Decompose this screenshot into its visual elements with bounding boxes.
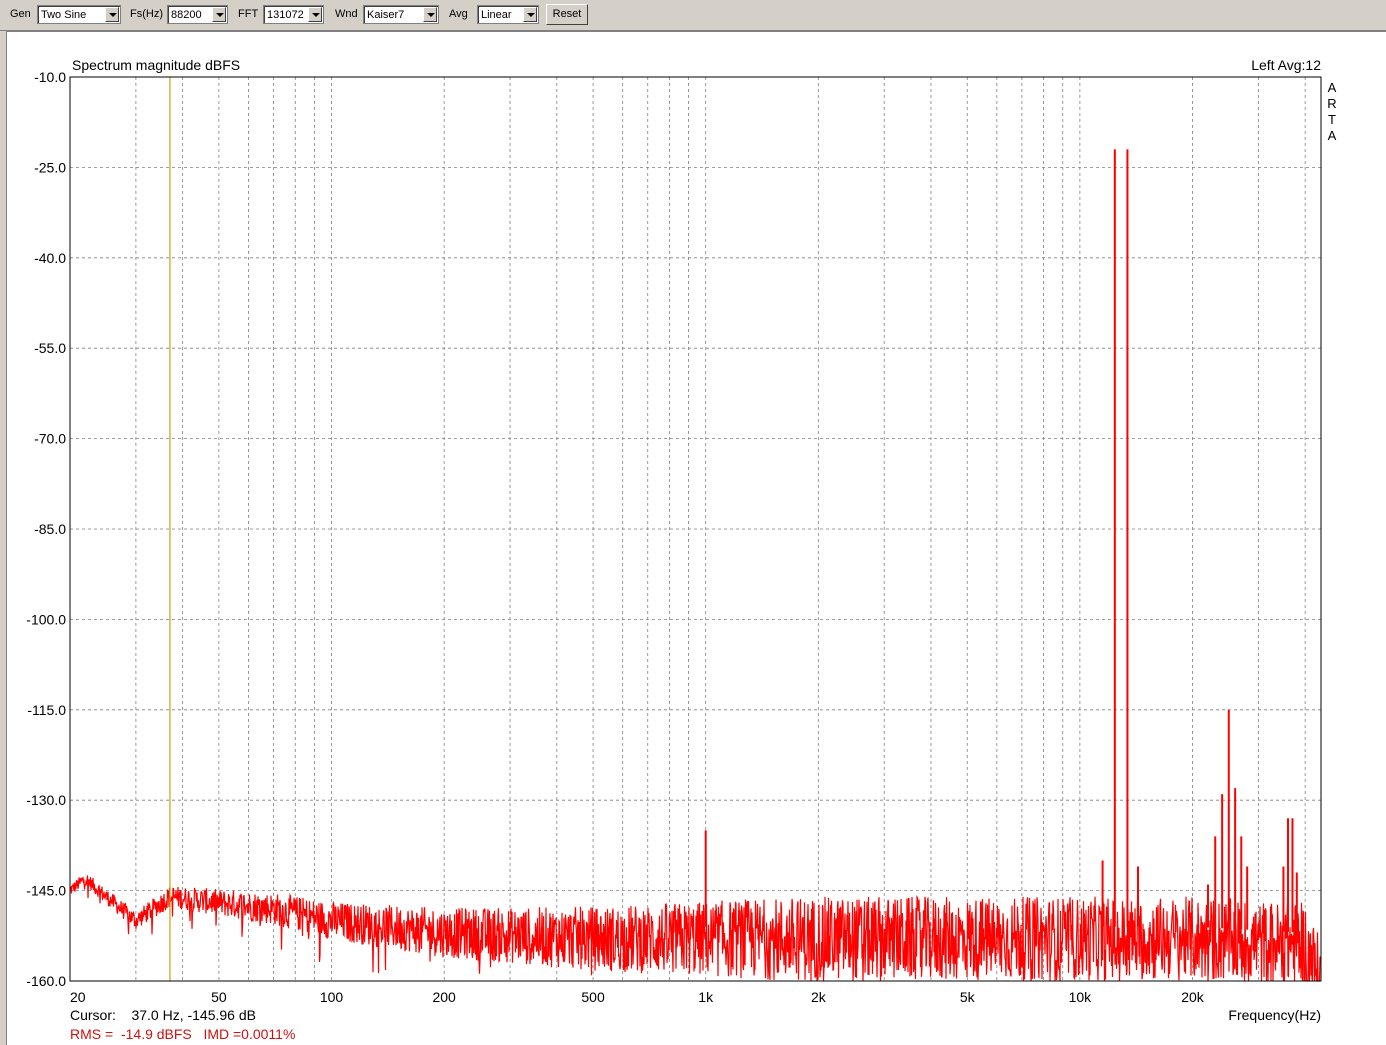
y-tick-label: -145.0 xyxy=(26,883,66,899)
x-tick-label: 500 xyxy=(581,989,605,1005)
chevron-down-icon[interactable] xyxy=(308,7,322,22)
rms-imd-readout: RMS = -14.9 dBFS IMD =0.0011% xyxy=(70,1026,295,1042)
gen-label: Gen xyxy=(10,8,31,20)
chevron-down-icon[interactable] xyxy=(212,7,226,22)
window-select[interactable]: Kaiser7 xyxy=(363,5,439,24)
reset-button[interactable]: Reset xyxy=(546,4,588,25)
x-tick-label: 5k xyxy=(960,989,976,1005)
y-tick-label: -10.0 xyxy=(34,69,66,85)
plot-area[interactable]: -10.0 -25.0 -40.0 -55.0 -70.0 -85.0 -100.0 -115… xyxy=(6,31,1386,1045)
fs-label: Fs(Hz) xyxy=(130,8,163,20)
avg-label: Avg xyxy=(449,8,468,20)
y-tick-label: -130.0 xyxy=(26,792,66,808)
wnd-label: Wnd xyxy=(335,8,358,20)
chevron-down-icon[interactable] xyxy=(105,7,119,22)
y-tick-label: -25.0 xyxy=(34,159,66,175)
x-tick-label: 20 xyxy=(70,989,86,1005)
x-tick-label: 200 xyxy=(432,989,456,1005)
toolbar: Gen Two Sine Fs(Hz) 88200 FFT 131072 Wnd… xyxy=(0,0,1386,31)
sample-rate-value: 88200 xyxy=(171,9,202,21)
y-tick-label: -85.0 xyxy=(34,521,66,537)
fft-size-select[interactable]: 131072 xyxy=(263,5,324,24)
y-tick-label: -115.0 xyxy=(27,702,66,718)
x-tick-label: 1k xyxy=(698,989,714,1005)
y-tick-label: -160.0 xyxy=(26,973,66,989)
averaging-select[interactable]: Linear xyxy=(477,5,539,24)
x-axis-label: Frequency(Hz) xyxy=(1228,1007,1321,1023)
watermark-letter: R xyxy=(1327,96,1336,111)
sample-rate-select[interactable]: 88200 xyxy=(167,5,228,24)
y-tick-label: -70.0 xyxy=(34,431,66,447)
chevron-down-icon[interactable] xyxy=(523,7,537,22)
x-tick-label: 50 xyxy=(211,989,227,1005)
fft-label: FFT xyxy=(238,8,259,20)
channel-info: Left Avg:12 xyxy=(1251,57,1321,73)
x-tick-label: 2k xyxy=(811,989,827,1005)
y-tick-label: -100.0 xyxy=(26,611,66,627)
watermark-letter: A xyxy=(1328,128,1337,143)
watermark-letter: T xyxy=(1328,112,1336,127)
fft-size-value: 131072 xyxy=(267,9,304,21)
cursor-readout: Cursor: 37.0 Hz, -145.96 dB xyxy=(70,1007,256,1023)
chart-title: Spectrum magnitude dBFS xyxy=(72,57,240,73)
noise-floor-trace xyxy=(69,875,1322,982)
generator-value: Two Sine xyxy=(41,9,87,21)
chevron-down-icon[interactable] xyxy=(423,7,437,22)
spectrum-chart[interactable]: -10.0 -25.0 -40.0 -55.0 -70.0 -85.0 -100.0 -115… xyxy=(7,32,1386,1045)
x-tick-label: 10k xyxy=(1069,989,1093,1005)
window-value: Kaiser7 xyxy=(367,9,405,21)
x-tick-label: 100 xyxy=(320,989,344,1005)
y-tick-label: -40.0 xyxy=(34,250,66,266)
grid xyxy=(70,77,1321,981)
generator-select[interactable]: Two Sine xyxy=(37,5,121,24)
averaging-value: Linear xyxy=(481,9,512,21)
x-tick-label: 20k xyxy=(1181,989,1205,1005)
y-tick-label: -55.0 xyxy=(34,340,66,356)
watermark-letter: A xyxy=(1328,80,1337,95)
